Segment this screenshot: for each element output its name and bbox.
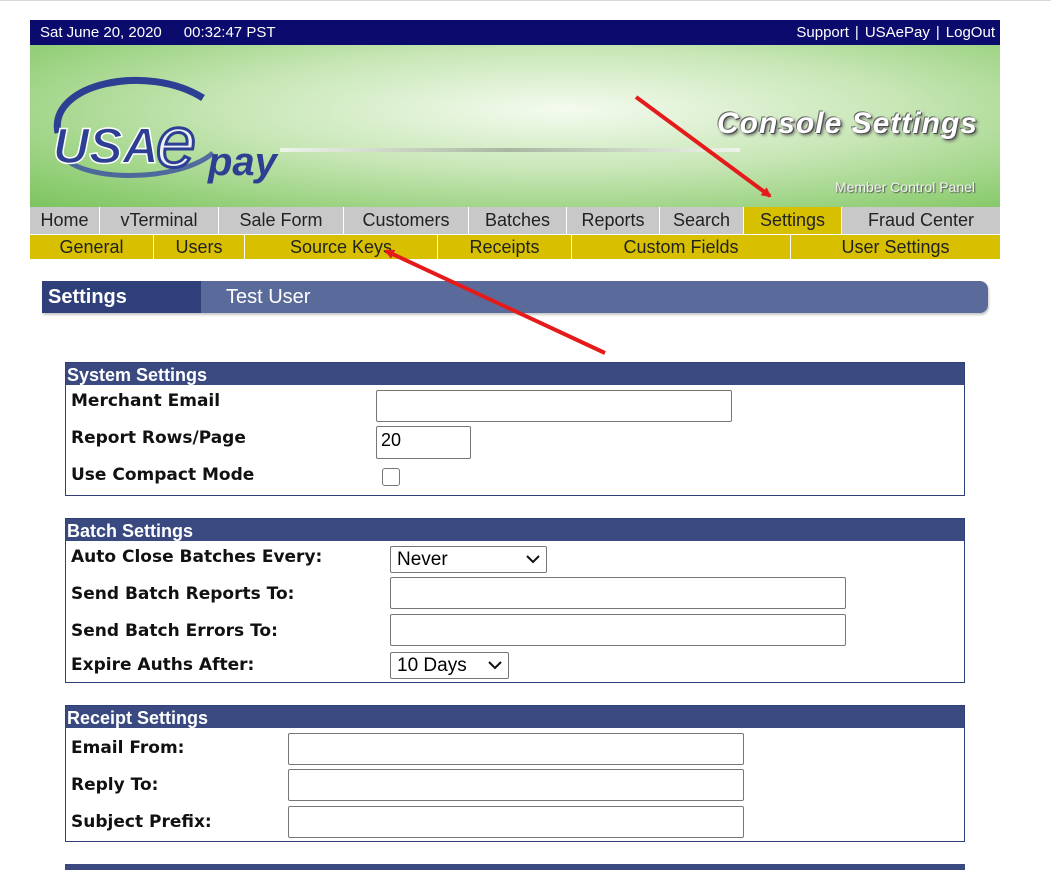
logo-e: e (156, 103, 196, 183)
auto-close-select[interactable]: Never (390, 546, 547, 573)
logout-link[interactable]: LogOut (946, 24, 995, 41)
merchant-email-input[interactable] (376, 390, 732, 422)
receipt-settings-panel: Receipt Settings Email From: Reply To: S… (65, 705, 965, 842)
expire-auths-label: Expire Auths After: (71, 655, 255, 675)
chevron-down-icon (488, 661, 502, 670)
subnav-source-keys[interactable]: Source Keys (245, 235, 438, 259)
top-border (0, 0, 1051, 1)
nav-customers[interactable]: Customers (344, 207, 469, 234)
subject-prefix-label: Subject Prefix: (71, 812, 212, 832)
subnav-user-settings[interactable]: User Settings (791, 235, 1000, 259)
subnav-custom-fields[interactable]: Custom Fields (572, 235, 791, 259)
logo-usa: USA (53, 118, 159, 174)
top-bar: Sat June 20, 2020 00:32:47 PST Support | US… (30, 20, 1000, 45)
current-user: Test User (226, 286, 311, 308)
next-panel-header-edge (65, 864, 965, 870)
page-title: Settings (42, 281, 201, 313)
merchant-email-label: Merchant Email (71, 391, 221, 411)
auto-close-label: Auto Close Batches Every: (71, 547, 323, 567)
console-container: Sat June 20, 2020 00:32:47 PST Support | US… (30, 20, 1000, 259)
send-reports-label: Send Batch Reports To: (71, 584, 295, 604)
send-errors-input[interactable] (390, 614, 846, 646)
banner-title: Console Settings (716, 107, 978, 140)
datetime: Sat June 20, 2020 00:32:47 PST (40, 24, 298, 41)
logo-pay: pay (207, 140, 279, 184)
subnav-general[interactable]: General (30, 235, 154, 259)
compact-mode-label: Use Compact Mode (71, 465, 255, 485)
nav-batches[interactable]: Batches (469, 207, 567, 234)
reply-to-label: Reply To: (71, 775, 159, 795)
date-text: Sat June 20, 2020 (40, 24, 162, 41)
nav-search[interactable]: Search (660, 207, 744, 234)
nav-settings[interactable]: Settings (744, 207, 842, 234)
expire-auths-select[interactable]: 10 Days (390, 652, 509, 679)
usaepay-logo[interactable]: USA e pay (38, 63, 308, 193)
nav-reports[interactable]: Reports (567, 207, 660, 234)
send-errors-label: Send Batch Errors To: (71, 621, 278, 641)
link-separator: | (854, 24, 859, 41)
nav-fraud-center[interactable]: Fraud Center (842, 207, 1000, 234)
usaepay-link[interactable]: USAePay (865, 24, 930, 41)
expire-auths-value: 10 Days (397, 654, 467, 676)
system-settings-panel: System Settings Merchant Email Report Ro… (65, 362, 965, 496)
auto-close-value: Never (397, 548, 448, 570)
email-from-label: Email From: (71, 738, 185, 758)
banner-rule (280, 148, 740, 152)
batch-settings-panel: Batch Settings Auto Close Batches Every:… (65, 518, 965, 683)
receipt-settings-header: Receipt Settings (66, 706, 964, 728)
compact-mode-checkbox[interactable] (382, 468, 400, 486)
email-from-input[interactable] (288, 733, 744, 765)
nav-home[interactable]: Home (30, 207, 100, 234)
reply-to-input[interactable] (288, 769, 744, 801)
nav-sale-form[interactable]: Sale Form (219, 207, 344, 234)
send-reports-input[interactable] (390, 577, 846, 609)
page-title-bar: Settings Test User (42, 281, 988, 313)
nav-vterminal[interactable]: vTerminal (100, 207, 219, 234)
banner-subtitle: Member Control Panel (834, 179, 975, 195)
chevron-down-icon (526, 555, 540, 564)
settings-subnav: General Users Source Keys Receipts Custo… (30, 235, 1000, 259)
main-nav: Home vTerminal Sale Form Customers Batch… (30, 207, 1000, 235)
subnav-users[interactable]: Users (154, 235, 245, 259)
system-settings-header: System Settings (66, 363, 964, 385)
link-separator: | (935, 24, 940, 41)
subnav-receipts[interactable]: Receipts (438, 235, 572, 259)
report-rows-label: Report Rows/Page (71, 428, 246, 448)
batch-settings-header: Batch Settings (66, 519, 964, 541)
header-banner: USA e pay Console Settings Member Contro… (30, 45, 1000, 207)
time-text: 00:32:47 PST (183, 24, 276, 41)
support-link[interactable]: Support (796, 24, 849, 41)
report-rows-input[interactable]: 20 (376, 426, 471, 459)
top-links: Support | USAePay | LogOut (796, 24, 995, 41)
subject-prefix-input[interactable] (288, 806, 744, 838)
